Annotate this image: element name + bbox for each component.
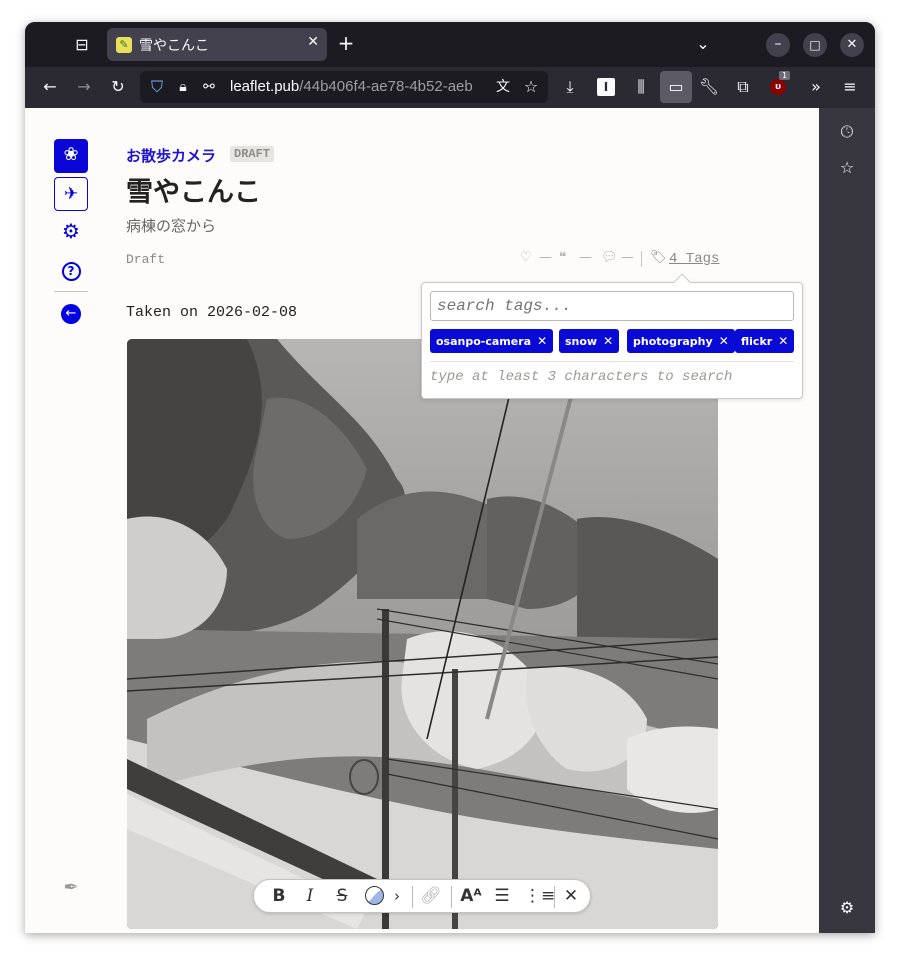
tag-chip[interactable]: flickr ✕ bbox=[735, 329, 795, 353]
tag-chip[interactable]: snow ✕ bbox=[559, 329, 620, 353]
tag-chip-label: photography bbox=[633, 335, 713, 348]
publication-logo-icon[interactable]: ❀ bbox=[54, 139, 88, 173]
tab-bar: ⊟ ✎ 雪やこんこ ✕ + ⌄ – □ ✕ bbox=[25, 22, 875, 67]
search-hint: type at least 3 characters to search bbox=[430, 369, 733, 385]
post-status: Draft bbox=[126, 252, 166, 267]
highlight-color-icon[interactable] bbox=[363, 886, 385, 910]
help-icon[interactable]: ? bbox=[54, 254, 88, 288]
back-arrow-circle-icon[interactable]: ← bbox=[54, 296, 88, 330]
page-content: ❀ ✈ ⚙ ? ← ✒ お散歩カメラ DRAFT 雪やこんこ 病棟の窓から Dr… bbox=[25, 108, 819, 933]
app-menu-icon[interactable]: ≡ bbox=[839, 77, 861, 97]
extension-count-badge: 1 bbox=[779, 71, 791, 80]
popup-arrow bbox=[673, 273, 691, 291]
library-icon[interactable]: ⫼ bbox=[630, 77, 652, 97]
sidebar-divider bbox=[54, 291, 88, 292]
leaflet-feather-icon[interactable]: ✒ bbox=[54, 872, 88, 906]
draft-badge: DRAFT bbox=[230, 146, 275, 162]
publication-name[interactable]: お散歩カメラ bbox=[126, 145, 216, 166]
close-window-icon[interactable]: ✕ bbox=[840, 33, 864, 57]
close-tab-icon[interactable]: ✕ bbox=[307, 34, 319, 50]
quotes-count: — bbox=[579, 250, 592, 265]
publish-paper-plane-icon[interactable]: ✈ bbox=[54, 177, 88, 211]
maximize-icon[interactable]: □ bbox=[803, 33, 827, 57]
tag-chip[interactable]: photography ✕ bbox=[627, 329, 735, 353]
likes-heart-icon[interactable]: ♡ bbox=[520, 250, 532, 265]
url-text: leaflet.pub/44b406f4-ae78-4b52-aeb bbox=[230, 78, 473, 95]
text-size-icon[interactable]: Aᴬ bbox=[458, 886, 484, 906]
chevron-right-icon[interactable]: › bbox=[386, 886, 408, 906]
settings-gears-icon[interactable]: ⚙ bbox=[54, 215, 88, 249]
bookmarks-star-icon[interactable]: ☆ bbox=[836, 158, 858, 178]
tracking-shield-icon[interactable]: ⛉ bbox=[146, 77, 168, 97]
tag-icon[interactable]: 🏷︎ bbox=[650, 250, 667, 265]
list-tabs-chevron-down-icon[interactable]: ⌄ bbox=[692, 34, 714, 54]
active-tab[interactable]: ✎ 雪やこんこ ✕ bbox=[107, 28, 327, 61]
browser-sidebar: 🕓︎ ☆ ⚙ bbox=[819, 108, 875, 933]
strikethrough-icon[interactable]: S bbox=[331, 886, 353, 906]
url-bar[interactable]: ⛉ 🔒︎ ⚯ leaflet.pub/44b406f4-ae78-4b52-ae… bbox=[140, 71, 548, 103]
comments-count: — bbox=[621, 250, 634, 265]
link-icon[interactable]: 🔗︎ bbox=[420, 886, 442, 906]
browser-window: ⊟ ✎ 雪やこんこ ✕ + ⌄ – □ ✕ ← → ↻ ⛉ 🔒︎ ⚯ leafl… bbox=[25, 22, 875, 933]
remove-tag-close-icon[interactable]: ✕ bbox=[778, 334, 788, 348]
tab-overview-icon[interactable]: ⊟ bbox=[71, 35, 93, 55]
format-toolbar: B I S › 🔗︎ Aᴬ ☰ ⋮≡ ✕ bbox=[253, 879, 591, 913]
snow-photo-illustration bbox=[127, 339, 718, 929]
back-arrow-icon[interactable]: ← bbox=[39, 77, 61, 97]
new-tab-icon[interactable]: + bbox=[335, 33, 357, 53]
sidebar-toggle-icon[interactable]: ▭ bbox=[660, 71, 692, 103]
popup-divider bbox=[430, 361, 794, 362]
instapaper-icon[interactable]: I bbox=[597, 78, 615, 96]
remove-tag-close-icon[interactable]: ✕ bbox=[719, 334, 729, 348]
post-title[interactable]: 雪やこんこ bbox=[126, 170, 261, 209]
forward-arrow-icon[interactable]: → bbox=[73, 77, 95, 97]
close-toolbar-icon[interactable]: ✕ bbox=[560, 886, 582, 906]
remove-tag-close-icon[interactable]: ✕ bbox=[537, 334, 547, 348]
post-subtitle[interactable]: 病棟の窓から bbox=[126, 215, 216, 236]
meta-divider bbox=[641, 251, 642, 267]
comments-bubble-icon[interactable]: 💬︎ bbox=[601, 250, 618, 265]
tag-chip-label: snow bbox=[565, 335, 598, 348]
tag-chip-label: osanpo-camera bbox=[436, 335, 532, 348]
italic-icon[interactable]: I bbox=[299, 886, 321, 906]
site-permissions-icon[interactable]: ⚯ bbox=[198, 77, 220, 97]
tags-link[interactable]: 4 Tags bbox=[669, 251, 719, 267]
sidebar-settings-gear-icon[interactable]: ⚙ bbox=[836, 898, 858, 918]
ublock-icon[interactable]: υ bbox=[770, 79, 786, 95]
toolbar-divider bbox=[451, 886, 452, 908]
history-clock-icon[interactable]: 🕓︎ bbox=[836, 122, 858, 142]
minimize-icon[interactable]: – bbox=[766, 33, 790, 57]
tab-title: 雪やこんこ bbox=[139, 38, 209, 54]
likes-count: — bbox=[539, 250, 552, 265]
toolbar-divider bbox=[412, 886, 413, 908]
navigation-bar: ← → ↻ ⛉ 🔒︎ ⚯ leaflet.pub/44b406f4-ae78-4… bbox=[25, 67, 875, 108]
quotes-icon[interactable]: ❝ bbox=[559, 250, 567, 265]
toolbar-divider bbox=[554, 886, 555, 908]
downloads-icon[interactable]: ⤓ bbox=[559, 77, 581, 97]
tag-search-input[interactable] bbox=[430, 291, 794, 321]
tag-chip[interactable]: osanpo-camera ✕ bbox=[430, 329, 554, 353]
overflow-chevrons-icon[interactable]: » bbox=[805, 77, 827, 97]
snow-photo[interactable] bbox=[127, 339, 718, 929]
leaflet-favicon-icon: ✎ bbox=[116, 37, 132, 53]
tag-popup: osanpo-camera ✕ snow ✕ photography ✕ flickr… bbox=[421, 273, 803, 399]
body-text[interactable]: Taken on 2026-02-08 bbox=[126, 304, 297, 321]
extensions-puzzle-icon[interactable]: ⧉ bbox=[732, 77, 754, 97]
reload-icon[interactable]: ↻ bbox=[107, 77, 129, 97]
bookmark-star-icon[interactable]: ☆ bbox=[520, 77, 542, 97]
list-icon[interactable]: ⋮≡ bbox=[524, 886, 555, 906]
align-icon[interactable]: ☰ bbox=[491, 886, 513, 906]
translate-icon[interactable]: 文 bbox=[492, 77, 514, 97]
tag-chip-label: flickr bbox=[741, 335, 773, 348]
tools-wrench-icon[interactable]: 🔧︎ bbox=[698, 77, 720, 97]
bold-icon[interactable]: B bbox=[268, 886, 290, 906]
lock-icon[interactable]: 🔒︎ bbox=[172, 77, 194, 97]
remove-tag-close-icon[interactable]: ✕ bbox=[603, 334, 613, 348]
